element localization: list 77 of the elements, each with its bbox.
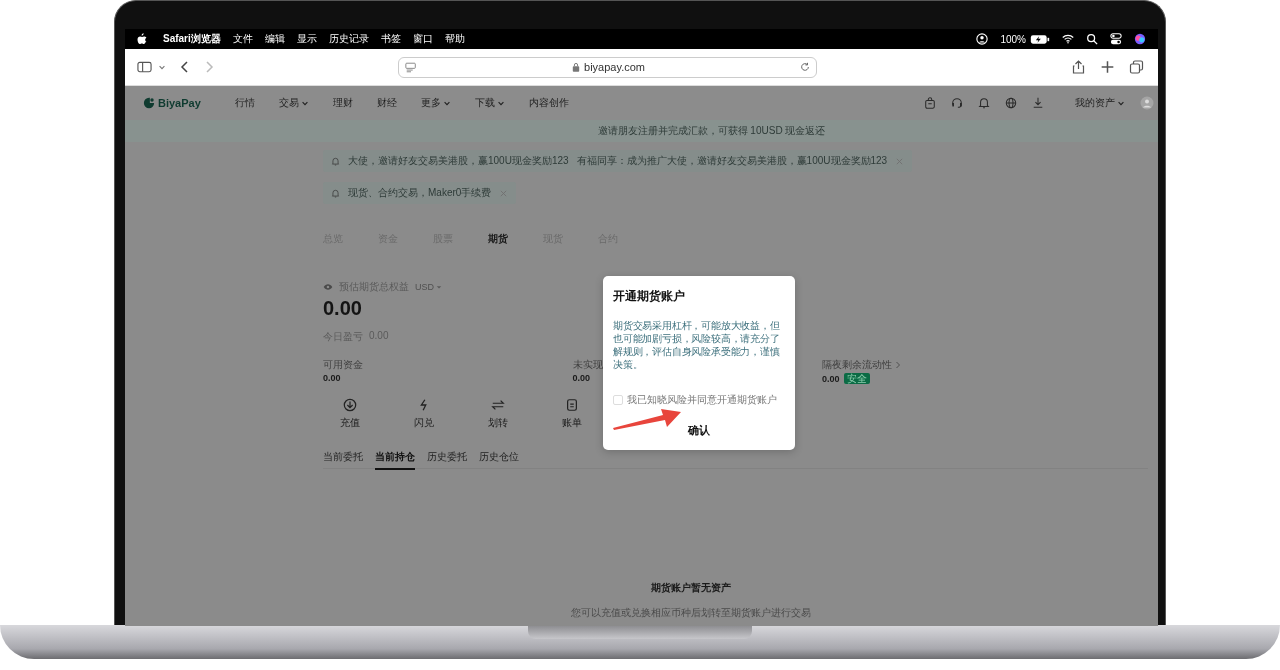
stat-value: 0.00 — [323, 373, 341, 383]
checkbox-label[interactable]: 我已知晓风险并同意开通期货账户 — [627, 393, 777, 407]
download-icon[interactable] — [1032, 97, 1044, 109]
wifi-icon[interactable] — [1062, 33, 1074, 45]
nav-item[interactable]: 财经 — [376, 96, 397, 110]
notice-text[interactable]: 大使，邀请好友交易美港股，赢100U现金奖励123 — [348, 154, 569, 168]
nav-item[interactable]: 我的资产 — [1075, 96, 1125, 110]
apple-icon — [137, 33, 147, 45]
action-label[interactable]: 闪兑 — [414, 416, 434, 430]
bell-icon — [331, 188, 340, 198]
nav-item[interactable]: 交易 — [278, 96, 309, 110]
reload-icon[interactable] — [800, 62, 810, 72]
headset-icon[interactable] — [951, 97, 963, 109]
notice-text[interactable]: 现货、合约交易，Maker0手续费 — [348, 186, 492, 200]
menu-item[interactable]: 文件 — [232, 32, 253, 46]
position-tab[interactable]: 历史仓位 — [479, 450, 519, 464]
position-tab[interactable]: 当前持仓 — [375, 450, 415, 470]
stat-label: 未实现 — [572, 358, 603, 372]
globe-icon[interactable] — [1005, 97, 1017, 109]
nav-item[interactable]: 内容创作 — [528, 96, 569, 110]
promo-banner-text[interactable]: 邀请朋友注册并完成汇款，可获得 10USD 现金返还 — [597, 124, 826, 138]
stat-value: 0.00 — [822, 373, 840, 384]
avatar-icon[interactable] — [1140, 96, 1154, 110]
tabs-icon[interactable] — [1129, 60, 1144, 74]
share-icon[interactable] — [1071, 60, 1086, 74]
empty-title: 期货账户暂无资产 — [650, 581, 731, 595]
menu-item[interactable]: 历史记录 — [328, 32, 369, 46]
search-icon[interactable] — [1086, 33, 1098, 45]
user-icon[interactable] — [976, 33, 989, 45]
dialog-title: 开通期货账户 — [613, 288, 686, 305]
menu-item[interactable]: 编辑 — [264, 32, 285, 46]
action-label[interactable]: 账单 — [562, 416, 582, 430]
action-label[interactable]: 充值 — [340, 416, 360, 430]
plus-icon[interactable] — [1100, 60, 1115, 74]
lock-icon — [572, 62, 581, 72]
account-tab[interactable]: 期货 — [488, 232, 513, 246]
position-tab[interactable]: 当前委托 — [323, 450, 363, 464]
menu-item[interactable]: 显示 — [296, 32, 317, 46]
nav-item[interactable]: 理财 — [332, 96, 353, 110]
pointer-arrow — [611, 406, 683, 430]
menu-item[interactable]: 窗口 — [412, 32, 433, 46]
menu-item[interactable]: 书签 — [380, 32, 401, 46]
bell-icon — [331, 156, 340, 166]
position-tab[interactable]: 历史委托 — [427, 450, 467, 464]
document-icon[interactable] — [565, 398, 579, 412]
sidebar-icon[interactable] — [137, 60, 152, 74]
nav-item[interactable]: 行情 — [234, 96, 255, 110]
menu-item[interactable]: 帮助 — [444, 32, 465, 46]
battery-percent: 100% — [1000, 33, 1026, 45]
notice-text[interactable]: 有福同享：成为推广大使，邀请好友交易美港股，赢100U现金奖励123 — [576, 154, 888, 168]
dialog-text: 期货交易采用杠杆，可能放大收益，但也可能加剧亏损，风险较高，请充分了解规则，评估自身风险承受能力，谨慎决策。 — [613, 319, 781, 371]
chevron-down-icon[interactable] — [158, 63, 166, 71]
checkbox[interactable] — [613, 395, 623, 405]
download-circle-icon[interactable] — [343, 398, 357, 412]
battery-icon[interactable] — [1030, 33, 1050, 45]
app-menu[interactable]: Safari浏览器 — [163, 32, 221, 46]
control-center-icon[interactable] — [1110, 33, 1122, 45]
swap-arrows-icon[interactable] — [491, 398, 505, 412]
stat-label: 可用资金 — [323, 358, 363, 372]
bell-icon[interactable] — [978, 97, 990, 109]
action-label[interactable]: 划转 — [488, 416, 508, 430]
stat-value: 0.00 — [572, 373, 591, 383]
logo-text: BiyaPay — [158, 97, 201, 109]
caret-icon — [436, 284, 442, 290]
nav-item[interactable]: 更多 — [420, 96, 451, 110]
eye-icon[interactable] — [323, 283, 333, 291]
address-bar[interactable]: biyapay.com — [398, 56, 817, 78]
bag-icon[interactable] — [924, 97, 936, 109]
status-badge: 安全 — [843, 373, 870, 384]
page-icon — [405, 61, 417, 73]
siri-icon[interactable] — [1134, 33, 1146, 45]
nav-item[interactable]: 下载 — [474, 96, 505, 110]
stat-label[interactable]: 隔夜剩余流动性 — [822, 358, 892, 372]
back-icon[interactable] — [180, 60, 190, 74]
url-text: biyapay.com — [584, 61, 645, 73]
logo-icon — [143, 97, 155, 109]
equity-value: 0.00 — [323, 297, 362, 320]
